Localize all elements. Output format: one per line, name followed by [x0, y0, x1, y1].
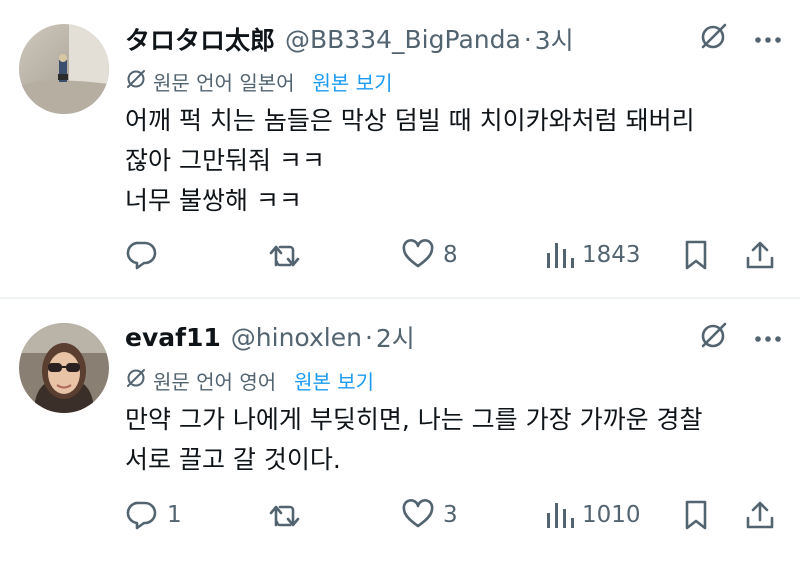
views-icon	[544, 238, 574, 272]
tweet-actions: 1 3 1010	[125, 495, 780, 535]
tweet-1[interactable]: タロタロ太郎 @BB334_BigPanda · 3시 원문 언어 일본어 원본…	[0, 0, 800, 298]
timestamp[interactable]: 3시	[535, 21, 574, 57]
retweet-icon	[268, 238, 302, 272]
tweet-2[interactable]: evaf11 @hinoxlen · 2시 원문 언어 영어 원본 보기 만약 …	[0, 299, 800, 561]
author-handle[interactable]: @hinoxlen	[231, 323, 362, 352]
share-icon	[743, 238, 777, 272]
view-count: 1010	[582, 502, 641, 528]
translation-source-label: 원문 언어 영어	[153, 369, 277, 394]
tweet-text: 만약 그가 나에게 부딪히면, 나는 그를 가장 가까운 경찰 서로 끌고 갈 …	[125, 400, 775, 480]
retweet-button[interactable]	[268, 495, 310, 535]
reply-icon	[125, 238, 159, 272]
tweet-actions: 8 1843	[125, 235, 780, 275]
author-name[interactable]: タロタロ太郎	[125, 21, 275, 57]
author-handle[interactable]: @BB334_BigPanda	[285, 25, 521, 54]
avatar[interactable]	[19, 24, 109, 114]
like-count: 3	[443, 502, 458, 528]
bookmark-icon	[681, 238, 711, 272]
bookmark-icon	[681, 498, 711, 532]
author-name[interactable]: evaf11	[125, 323, 221, 352]
views-button[interactable]: 1843	[544, 235, 641, 275]
share-button[interactable]	[743, 235, 777, 275]
translate-icon	[125, 68, 147, 95]
translation-info: 원문 언어 일본어 원본 보기	[125, 66, 392, 96]
reply-button[interactable]	[125, 235, 167, 275]
translation-info: 원문 언어 영어 원본 보기	[125, 365, 374, 395]
show-original-link[interactable]: 원본 보기	[313, 67, 393, 96]
tweet-text-line: 어깨 퍽 치는 놈들은 막상 덤빌 때 치이카와처럼 돼버리	[125, 106, 695, 135]
view-count: 1843	[582, 242, 641, 268]
bookmark-button[interactable]	[681, 495, 711, 535]
separator-dot: ·	[523, 24, 532, 54]
heart-icon	[401, 498, 435, 532]
bookmark-button[interactable]	[681, 235, 711, 275]
tweet-text-line: 너무 불쌍해 ㅋㅋ	[125, 186, 302, 215]
tweet-text-line: 서로 끌고 갈 것이다.	[125, 445, 341, 474]
tweet-text-line: 잖아 그만둬줘 ㅋㅋ	[125, 146, 325, 175]
retweet-icon	[268, 498, 302, 532]
separator-dot: ·	[364, 322, 373, 352]
reply-count: 1	[167, 502, 182, 528]
like-button[interactable]: 3	[401, 495, 458, 535]
show-original-link[interactable]: 원본 보기	[294, 366, 374, 395]
grok-icon[interactable]	[698, 22, 728, 56]
like-count: 8	[443, 242, 458, 268]
reply-icon	[125, 498, 159, 532]
retweet-button[interactable]	[268, 235, 310, 275]
tweet-text-line: 만약 그가 나에게 부딪히면, 나는 그를 가장 가까운 경찰	[125, 405, 703, 434]
tweet-top-actions	[698, 321, 782, 355]
timestamp[interactable]: 2시	[376, 319, 415, 355]
reply-button[interactable]: 1	[125, 495, 182, 535]
share-button[interactable]	[743, 495, 777, 535]
more-icon[interactable]	[754, 30, 782, 49]
like-button[interactable]: 8	[401, 235, 458, 275]
views-button[interactable]: 1010	[544, 495, 641, 535]
heart-icon	[401, 238, 435, 272]
translate-icon	[125, 367, 147, 394]
tweet-header: evaf11 @hinoxlen · 2시	[125, 317, 415, 357]
grok-icon[interactable]	[698, 321, 728, 355]
tweet-top-actions	[698, 22, 782, 56]
more-icon[interactable]	[754, 329, 782, 348]
tweet-header: タロタロ太郎 @BB334_BigPanda · 3시	[125, 19, 574, 59]
views-icon	[544, 498, 574, 532]
avatar[interactable]	[19, 323, 109, 413]
tweet-text: 어깨 퍽 치는 놈들은 막상 덤빌 때 치이카와처럼 돼버리 잖아 그만둬줘 ㅋ…	[125, 101, 775, 221]
share-icon	[743, 498, 777, 532]
translation-source-label: 원문 언어 일본어	[153, 70, 295, 95]
